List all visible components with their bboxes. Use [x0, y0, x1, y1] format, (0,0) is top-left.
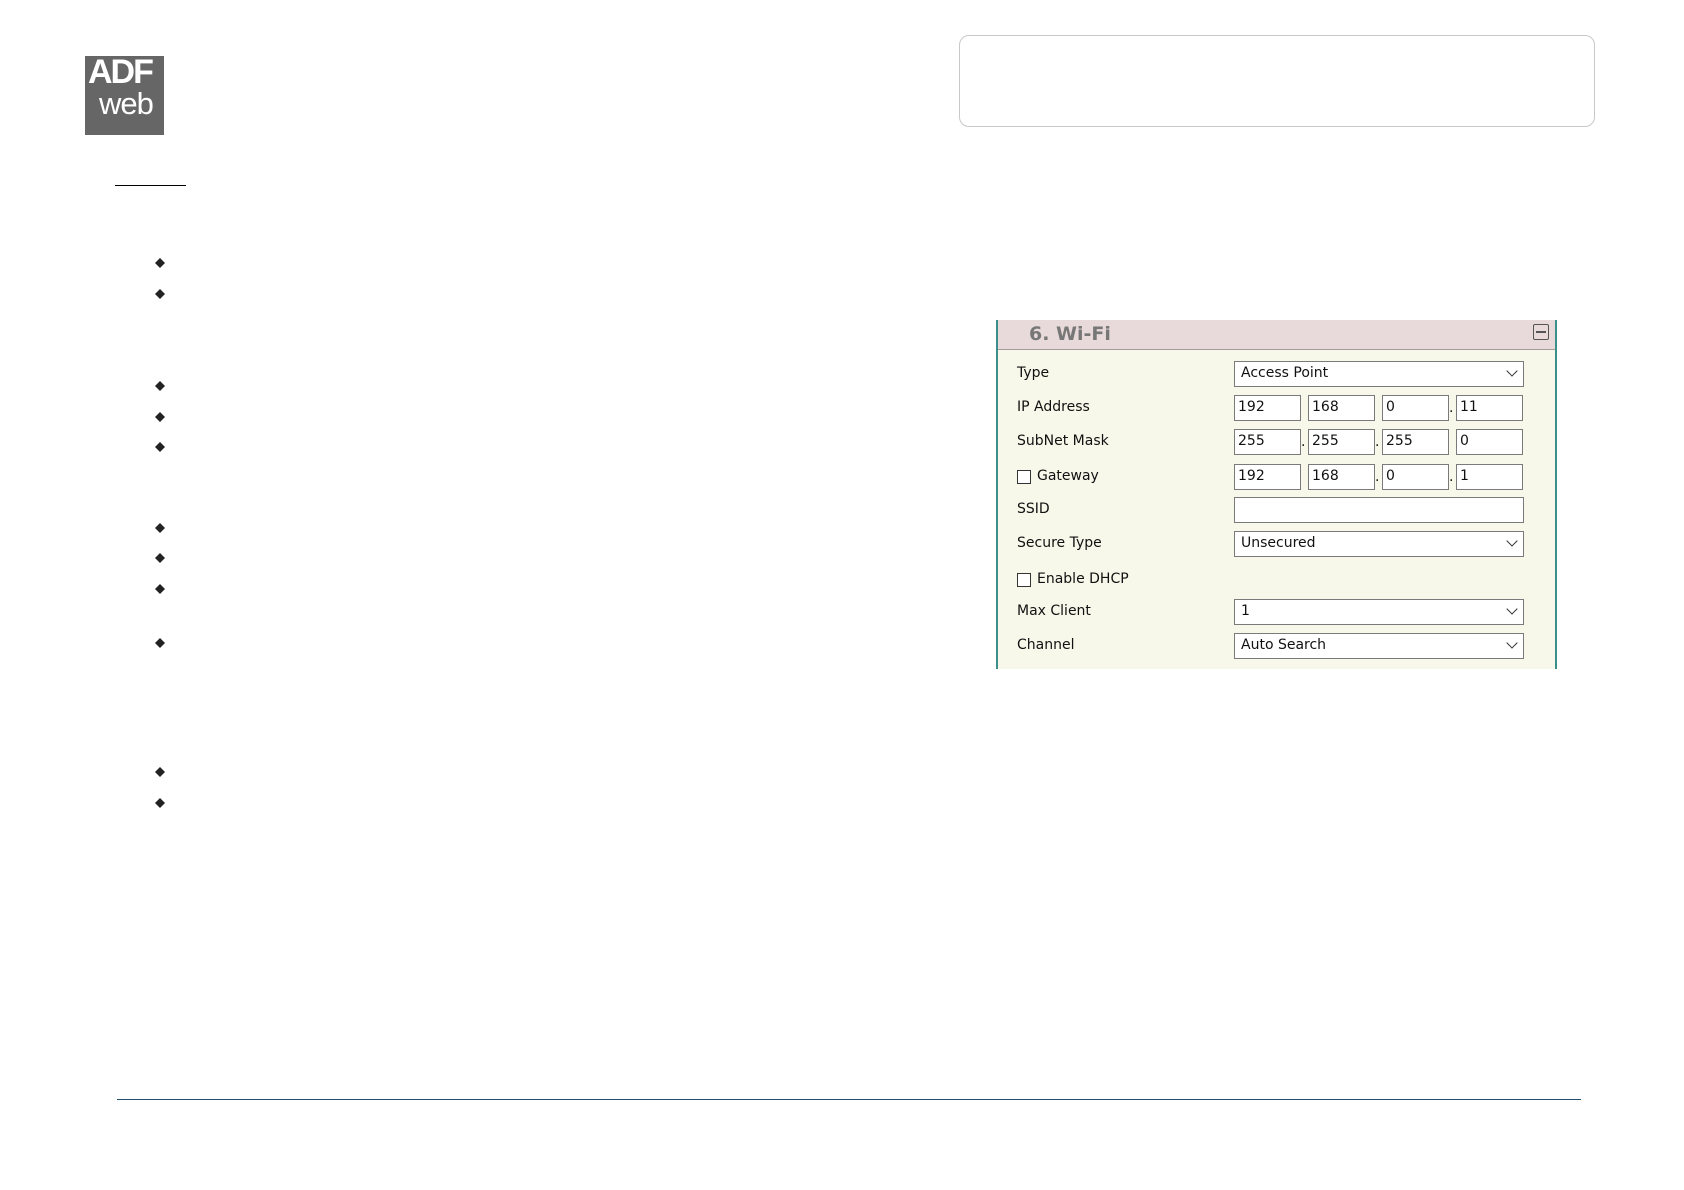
chevron-down-icon	[1506, 535, 1518, 547]
secure-type-label: Secure Type	[1017, 535, 1102, 551]
type-value: Access Point	[1241, 365, 1329, 381]
ip-octet-2-input[interactable]: 168	[1308, 395, 1375, 421]
ip-octet-1-value: 192	[1238, 399, 1265, 415]
gateway-checkbox[interactable]	[1017, 470, 1031, 484]
max-client-select[interactable]: 1	[1234, 599, 1524, 625]
enable-dhcp-row: Enable DHCP	[998, 566, 1555, 594]
gateway-octet-4-value: 1	[1460, 468, 1469, 484]
ip-octet-3-input[interactable]: 0	[1382, 395, 1449, 421]
ip-octet-1-input[interactable]: 192	[1234, 395, 1301, 421]
ssid-row: SSID	[998, 496, 1555, 524]
gateway-label: Gateway	[1037, 468, 1099, 484]
subnet-mask-label: SubNet Mask	[1017, 433, 1109, 449]
secure-type-value: Unsecured	[1241, 535, 1316, 551]
chevron-down-icon	[1506, 637, 1518, 649]
max-client-value: 1	[1241, 603, 1250, 619]
subnet-octet-3-input[interactable]: 255	[1382, 429, 1449, 455]
collapse-icon[interactable]	[1533, 324, 1549, 340]
ip-octet-4-value: 11	[1460, 399, 1478, 415]
logo-text-web: web	[99, 86, 154, 121]
subnet-octet-4-value: 0	[1460, 433, 1469, 449]
chevron-down-icon	[1506, 603, 1518, 615]
chevron-down-icon	[1506, 365, 1518, 377]
gateway-octet-1-value: 192	[1238, 468, 1265, 484]
subnet-octet-2-value: 255	[1312, 433, 1339, 449]
subnet-octet-1-input[interactable]: 255	[1234, 429, 1301, 455]
ip-octet-4-input[interactable]: 11	[1456, 395, 1523, 421]
ip-octet-2-value: 168	[1312, 399, 1339, 415]
diamond-bullet-icon	[155, 798, 165, 808]
diamond-bullet-icon	[155, 767, 165, 777]
subnet-octet-4-input[interactable]: 0	[1456, 429, 1523, 455]
secure-type-select[interactable]: Unsecured	[1234, 531, 1524, 557]
octet-separator: .	[1449, 400, 1454, 416]
diamond-bullet-icon	[155, 381, 165, 391]
type-row: Type Access Point	[998, 360, 1555, 388]
gateway-octet-1-input[interactable]: 192	[1234, 464, 1301, 490]
diamond-bullet-icon	[155, 289, 165, 299]
subnet-mask-row: SubNet Mask 255 . 255 . 255 0	[998, 428, 1555, 456]
channel-value: Auto Search	[1241, 637, 1327, 653]
octet-separator: .	[1375, 469, 1380, 485]
type-label: Type	[1017, 365, 1050, 381]
gateway-octet-2-value: 168	[1312, 468, 1339, 484]
footer-divider	[117, 1099, 1581, 1100]
diamond-bullet-icon	[155, 553, 165, 563]
panel-header: 6. Wi-Fi	[998, 320, 1555, 350]
ip-address-label: IP Address	[1017, 399, 1090, 415]
octet-separator: .	[1449, 469, 1454, 485]
diamond-bullet-icon	[155, 523, 165, 533]
channel-row: Channel Auto Search	[998, 632, 1555, 660]
header-info-box	[959, 35, 1595, 127]
enable-dhcp-label: Enable DHCP	[1037, 571, 1129, 587]
gateway-octet-4-input[interactable]: 1	[1456, 464, 1523, 490]
subnet-octet-1-value: 255	[1238, 433, 1265, 449]
subnet-octet-3-value: 255	[1386, 433, 1413, 449]
gateway-row: Gateway 192 168 . 0 . 1	[998, 463, 1555, 491]
secure-type-row: Secure Type Unsecured	[998, 530, 1555, 558]
gateway-octet-3-input[interactable]: 0	[1382, 464, 1449, 490]
diamond-bullet-icon	[155, 584, 165, 594]
ssid-input[interactable]	[1234, 497, 1524, 523]
diamond-bullet-icon	[155, 412, 165, 422]
ip-address-row: IP Address 192 168 0 . 11	[998, 394, 1555, 422]
gateway-octet-2-input[interactable]: 168	[1308, 464, 1375, 490]
octet-separator: .	[1375, 434, 1380, 450]
ssid-label: SSID	[1017, 501, 1050, 517]
gateway-octet-3-value: 0	[1386, 468, 1395, 484]
type-select[interactable]: Access Point	[1234, 361, 1524, 387]
diamond-bullet-icon	[155, 638, 165, 648]
diamond-bullet-icon	[155, 442, 165, 452]
channel-select[interactable]: Auto Search	[1234, 633, 1524, 659]
channel-label: Channel	[1017, 637, 1075, 653]
diamond-bullet-icon	[155, 258, 165, 268]
adfweb-logo: ADF web	[85, 56, 164, 135]
panel-title: 6. Wi-Fi	[1029, 323, 1111, 345]
subnet-octet-2-input[interactable]: 255	[1308, 429, 1375, 455]
ip-octet-3-value: 0	[1386, 399, 1395, 415]
max-client-label: Max Client	[1017, 603, 1091, 619]
enable-dhcp-checkbox[interactable]	[1017, 573, 1031, 587]
max-client-row: Max Client 1	[998, 598, 1555, 626]
section-title-underline	[115, 185, 186, 186]
wifi-settings-panel: 6. Wi-Fi Type Access Point IP Address 19…	[996, 320, 1557, 669]
octet-separator: .	[1301, 434, 1306, 450]
